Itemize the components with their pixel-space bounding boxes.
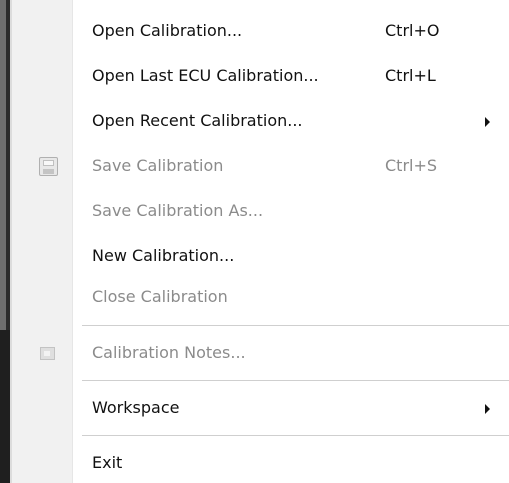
menu-separator [82, 435, 509, 436]
menu-item-label: Save Calibration [92, 156, 224, 175]
file-menu: Open Calibration... Ctrl+O Open Last ECU… [0, 0, 509, 483]
menu-separator [82, 380, 509, 381]
menu-item-label: New Calibration... [92, 246, 235, 265]
submenu-arrow-icon [485, 404, 490, 414]
notes-icon [40, 347, 55, 360]
menu-item-exit[interactable]: Exit [12, 446, 509, 482]
menu-item-label: Save Calibration As... [92, 201, 264, 220]
menu-item-calibration-notes[interactable]: Calibration Notes... [12, 336, 509, 372]
save-disk-icon [39, 157, 58, 176]
menu-item-workspace[interactable]: Workspace [12, 391, 509, 427]
menu-item-label: Exit [92, 453, 123, 472]
submenu-arrow-icon [485, 117, 490, 127]
menu-item-label: Calibration Notes... [92, 343, 246, 362]
menu-item-label: Workspace [92, 398, 180, 417]
menu-item-shortcut: Ctrl+O [385, 21, 440, 40]
menu-item-shortcut: Ctrl+L [385, 66, 436, 85]
menu-item-new-calibration[interactable]: New Calibration... [12, 239, 509, 275]
menu-item-label: Close Calibration [92, 287, 228, 306]
menu-item-open-recent-calibration[interactable]: Open Recent Calibration... [12, 104, 509, 140]
menu-item-shortcut: Ctrl+S [385, 156, 438, 175]
menu-item-label: Open Last ECU Calibration... [92, 66, 319, 85]
menu-item-save-calibration-as[interactable]: Save Calibration As... [12, 194, 509, 230]
menu-separator [82, 325, 509, 326]
menu-item-label: Open Calibration... [92, 21, 243, 40]
menu-item-label: Open Recent Calibration... [92, 111, 303, 130]
menu-item-close-calibration[interactable]: Close Calibration [12, 280, 509, 316]
menu-item-save-calibration[interactable]: Save Calibration Ctrl+S [12, 149, 509, 185]
menu-item-open-last-ecu-calibration[interactable]: Open Last ECU Calibration... Ctrl+L [12, 59, 509, 95]
menu-item-open-calibration[interactable]: Open Calibration... Ctrl+O [12, 14, 509, 50]
window-frame-dark-segment [0, 330, 10, 483]
